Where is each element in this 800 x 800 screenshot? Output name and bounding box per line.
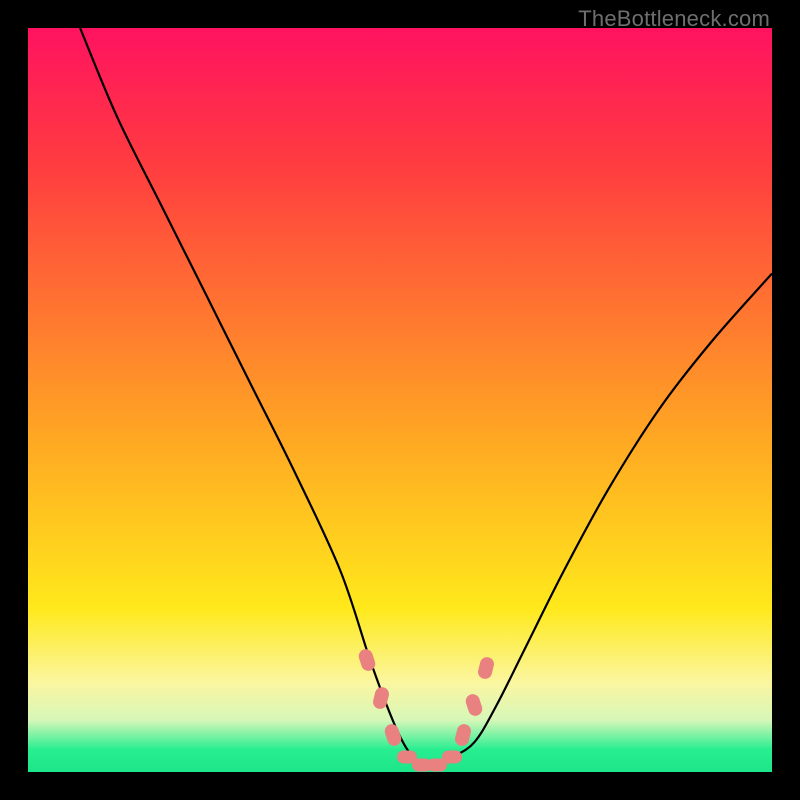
bottleneck-curve xyxy=(28,28,772,772)
watermark-text: TheBottleneck.com xyxy=(578,6,770,32)
chart-area xyxy=(28,28,772,772)
curve-marker xyxy=(442,751,462,764)
